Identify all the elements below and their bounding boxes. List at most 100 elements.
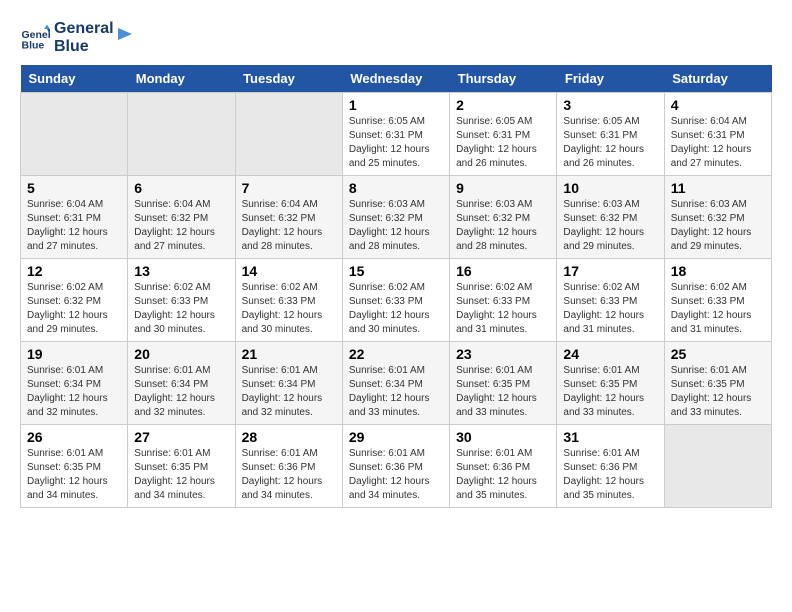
day-info: Sunrise: 6:05 AM Sunset: 6:31 PM Dayligh… bbox=[563, 115, 657, 171]
day-number: 19 bbox=[27, 346, 121, 362]
calendar-cell: 9Sunrise: 6:03 AM Sunset: 6:32 PM Daylig… bbox=[450, 176, 557, 259]
day-info: Sunrise: 6:03 AM Sunset: 6:32 PM Dayligh… bbox=[671, 198, 765, 254]
day-info: Sunrise: 6:01 AM Sunset: 6:34 PM Dayligh… bbox=[134, 364, 228, 420]
day-number: 16 bbox=[456, 263, 550, 279]
weekday-header-wednesday: Wednesday bbox=[342, 65, 449, 93]
day-number: 4 bbox=[671, 97, 765, 113]
day-info: Sunrise: 6:04 AM Sunset: 6:32 PM Dayligh… bbox=[134, 198, 228, 254]
weekday-header-saturday: Saturday bbox=[664, 65, 771, 93]
calendar-cell bbox=[664, 425, 771, 508]
calendar-cell: 1 Sunrise: 6:05 AM Sunset: 6:31 PM Daylig… bbox=[342, 93, 449, 176]
day-info: Sunrise: 6:01 AM Sunset: 6:35 PM Dayligh… bbox=[456, 364, 550, 420]
day-number: 24 bbox=[563, 346, 657, 362]
day-info: Sunrise: 6:01 AM Sunset: 6:35 PM Dayligh… bbox=[563, 364, 657, 420]
calendar-cell: 29Sunrise: 6:01 AM Sunset: 6:36 PM Dayli… bbox=[342, 425, 449, 508]
day-info: Sunrise: 6:01 AM Sunset: 6:36 PM Dayligh… bbox=[349, 447, 443, 503]
weekday-header-sunday: Sunday bbox=[21, 65, 128, 93]
calendar-cell: 23 Sunrise: 6:01 AM Sunset: 6:35 PM Dayli… bbox=[450, 342, 557, 425]
day-number: 18 bbox=[671, 263, 765, 279]
calendar-table: SundayMondayTuesdayWednesdayThursdayFrid… bbox=[20, 65, 772, 508]
logo: General Blue General Blue bbox=[20, 20, 138, 55]
calendar-cell: 24 Sunrise: 6:01 AM Sunset: 6:35 PM Dayli… bbox=[557, 342, 664, 425]
day-info: Sunrise: 6:02 AM Sunset: 6:33 PM Dayligh… bbox=[349, 281, 443, 337]
day-number: 7 bbox=[242, 180, 336, 196]
day-number: 14 bbox=[242, 263, 336, 279]
logo-text-blue: Blue bbox=[54, 38, 114, 56]
calendar-cell: 18 Sunrise: 6:02 AM Sunset: 6:33 PM Dayli… bbox=[664, 259, 771, 342]
page-header: General Blue General Blue bbox=[20, 20, 772, 55]
calendar-cell: 26Sunrise: 6:01 AM Sunset: 6:35 PM Dayli… bbox=[21, 425, 128, 508]
calendar-cell: 20 Sunrise: 6:01 AM Sunset: 6:34 PM Dayli… bbox=[128, 342, 235, 425]
day-info: Sunrise: 6:01 AM Sunset: 6:34 PM Dayligh… bbox=[27, 364, 121, 420]
day-number: 2 bbox=[456, 97, 550, 113]
calendar-cell bbox=[235, 93, 342, 176]
day-info: Sunrise: 6:05 AM Sunset: 6:31 PM Dayligh… bbox=[456, 115, 550, 171]
calendar-cell: 8 Sunrise: 6:03 AM Sunset: 6:32 PM Daylig… bbox=[342, 176, 449, 259]
day-number: 28 bbox=[242, 429, 336, 445]
logo-icon: General Blue bbox=[20, 23, 50, 53]
calendar-cell: 2 Sunrise: 6:05 AM Sunset: 6:31 PM Daylig… bbox=[450, 93, 557, 176]
day-number: 25 bbox=[671, 346, 765, 362]
calendar-cell: 14 Sunrise: 6:02 AM Sunset: 6:33 PM Dayli… bbox=[235, 259, 342, 342]
day-info: Sunrise: 6:01 AM Sunset: 6:35 PM Dayligh… bbox=[134, 447, 228, 503]
calendar-cell: 27 Sunrise: 6:01 AM Sunset: 6:35 PM Dayli… bbox=[128, 425, 235, 508]
day-info: Sunrise: 6:02 AM Sunset: 6:33 PM Dayligh… bbox=[671, 281, 765, 337]
day-number: 10 bbox=[563, 180, 657, 196]
day-info: Sunrise: 6:01 AM Sunset: 6:36 PM Dayligh… bbox=[563, 447, 657, 503]
calendar-cell: 21Sunrise: 6:01 AM Sunset: 6:34 PM Dayli… bbox=[235, 342, 342, 425]
day-number: 17 bbox=[563, 263, 657, 279]
calendar-cell: 28 Sunrise: 6:01 AM Sunset: 6:36 PM Dayli… bbox=[235, 425, 342, 508]
day-info: Sunrise: 6:01 AM Sunset: 6:36 PM Dayligh… bbox=[456, 447, 550, 503]
calendar-cell: 3Sunrise: 6:05 AM Sunset: 6:31 PM Daylig… bbox=[557, 93, 664, 176]
svg-text:Blue: Blue bbox=[22, 39, 45, 51]
calendar-cell: 25 Sunrise: 6:01 AM Sunset: 6:35 PM Dayli… bbox=[664, 342, 771, 425]
calendar-cell: 4 Sunrise: 6:04 AM Sunset: 6:31 PM Daylig… bbox=[664, 93, 771, 176]
calendar-cell: 7Sunrise: 6:04 AM Sunset: 6:32 PM Daylig… bbox=[235, 176, 342, 259]
day-number: 1 bbox=[349, 97, 443, 113]
weekday-header-tuesday: Tuesday bbox=[235, 65, 342, 93]
logo-flag-icon bbox=[118, 28, 138, 48]
day-info: Sunrise: 6:03 AM Sunset: 6:32 PM Dayligh… bbox=[456, 198, 550, 254]
day-info: Sunrise: 6:02 AM Sunset: 6:33 PM Dayligh… bbox=[242, 281, 336, 337]
calendar-cell: 31 Sunrise: 6:01 AM Sunset: 6:36 PM Dayli… bbox=[557, 425, 664, 508]
day-info: Sunrise: 6:03 AM Sunset: 6:32 PM Dayligh… bbox=[349, 198, 443, 254]
day-info: Sunrise: 6:01 AM Sunset: 6:34 PM Dayligh… bbox=[242, 364, 336, 420]
day-number: 26 bbox=[27, 429, 121, 445]
calendar-cell: 6 Sunrise: 6:04 AM Sunset: 6:32 PM Daylig… bbox=[128, 176, 235, 259]
day-info: Sunrise: 6:01 AM Sunset: 6:34 PM Dayligh… bbox=[349, 364, 443, 420]
day-info: Sunrise: 6:02 AM Sunset: 6:33 PM Dayligh… bbox=[563, 281, 657, 337]
weekday-header-monday: Monday bbox=[128, 65, 235, 93]
day-info: Sunrise: 6:04 AM Sunset: 6:31 PM Dayligh… bbox=[27, 198, 121, 254]
day-number: 12 bbox=[27, 263, 121, 279]
calendar-cell: 11 Sunrise: 6:03 AM Sunset: 6:32 PM Dayli… bbox=[664, 176, 771, 259]
day-number: 31 bbox=[563, 429, 657, 445]
day-number: 6 bbox=[134, 180, 228, 196]
calendar-cell: 16 Sunrise: 6:02 AM Sunset: 6:33 PM Dayli… bbox=[450, 259, 557, 342]
weekday-header-friday: Friday bbox=[557, 65, 664, 93]
calendar-cell: 12 Sunrise: 6:02 AM Sunset: 6:32 PM Dayli… bbox=[21, 259, 128, 342]
day-info: Sunrise: 6:01 AM Sunset: 6:35 PM Dayligh… bbox=[671, 364, 765, 420]
day-number: 30 bbox=[456, 429, 550, 445]
calendar-cell bbox=[128, 93, 235, 176]
weekday-header-thursday: Thursday bbox=[450, 65, 557, 93]
calendar-cell bbox=[21, 93, 128, 176]
calendar-cell: 22Sunrise: 6:01 AM Sunset: 6:34 PM Dayli… bbox=[342, 342, 449, 425]
day-number: 23 bbox=[456, 346, 550, 362]
calendar-cell: 19 Sunrise: 6:01 AM Sunset: 6:34 PM Dayli… bbox=[21, 342, 128, 425]
day-info: Sunrise: 6:02 AM Sunset: 6:32 PM Dayligh… bbox=[27, 281, 121, 337]
calendar-cell: 5Sunrise: 6:04 AM Sunset: 6:31 PM Daylig… bbox=[21, 176, 128, 259]
day-number: 27 bbox=[134, 429, 228, 445]
day-number: 20 bbox=[134, 346, 228, 362]
calendar-cell: 17 Sunrise: 6:02 AM Sunset: 6:33 PM Dayli… bbox=[557, 259, 664, 342]
day-info: Sunrise: 6:01 AM Sunset: 6:36 PM Dayligh… bbox=[242, 447, 336, 503]
day-number: 8 bbox=[349, 180, 443, 196]
day-info: Sunrise: 6:04 AM Sunset: 6:31 PM Dayligh… bbox=[671, 115, 765, 171]
day-number: 11 bbox=[671, 180, 765, 196]
calendar-cell: 10 Sunrise: 6:03 AM Sunset: 6:32 PM Dayli… bbox=[557, 176, 664, 259]
day-info: Sunrise: 6:03 AM Sunset: 6:32 PM Dayligh… bbox=[563, 198, 657, 254]
logo-text-general: General bbox=[54, 20, 114, 38]
day-info: Sunrise: 6:05 AM Sunset: 6:31 PM Dayligh… bbox=[349, 115, 443, 171]
calendar-cell: 13Sunrise: 6:02 AM Sunset: 6:33 PM Dayli… bbox=[128, 259, 235, 342]
calendar-cell: 30 Sunrise: 6:01 AM Sunset: 6:36 PM Dayli… bbox=[450, 425, 557, 508]
day-info: Sunrise: 6:02 AM Sunset: 6:33 PM Dayligh… bbox=[456, 281, 550, 337]
